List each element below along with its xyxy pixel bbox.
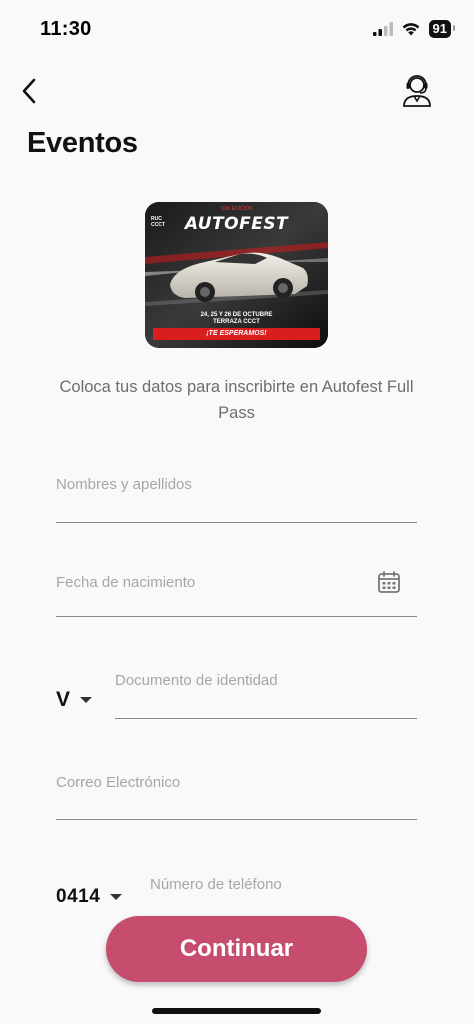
home-indicator xyxy=(152,1008,321,1014)
birthdate-placeholder: Fecha de nacimiento xyxy=(56,574,196,591)
wifi-icon xyxy=(402,23,419,36)
page-title: Eventos xyxy=(27,127,138,159)
email-placeholder: Correo Electrónico xyxy=(56,774,181,791)
phone-number-field[interactable]: Número de teléfono xyxy=(150,870,417,910)
signal-icon xyxy=(372,22,393,36)
full-name-field[interactable]: Nombres y apellidos xyxy=(56,470,417,523)
support-agent-button[interactable] xyxy=(399,72,435,108)
battery-indicator: 91 xyxy=(428,20,456,38)
banner-cta: ¡TE ESPERAMOS! xyxy=(153,328,320,340)
birthdate-field[interactable]: Fecha de nacimiento xyxy=(56,568,417,617)
back-button[interactable] xyxy=(14,76,44,106)
document-id-field[interactable]: Documento de identidad xyxy=(115,666,417,719)
banner-dates: 24, 25 Y 26 DE OCTUBRE TERRAZA CCCT xyxy=(200,312,273,325)
continue-button[interactable]: Continuar xyxy=(106,916,367,982)
document-id-placeholder: Documento de identidad xyxy=(115,672,278,689)
status-icons: 91 xyxy=(372,20,456,38)
support-agent-icon xyxy=(403,75,431,107)
intro-text: Coloca tus datos para inscribirte en Aut… xyxy=(59,378,414,422)
status-bar: 11:30 91 xyxy=(0,0,473,60)
calendar-icon[interactable] xyxy=(377,570,401,594)
event-banner-image: 10th EDICIÓN RUC CCCT AUTOFEST 24, 25 Y … xyxy=(145,202,328,348)
full-name-placeholder: Nombres y apellidos xyxy=(56,476,192,493)
document-type-select[interactable]: V xyxy=(56,688,93,712)
banner-edition: 10th EDICIÓN xyxy=(220,206,253,212)
banner-title: AUTOFEST xyxy=(184,214,289,234)
chevron-left-icon xyxy=(22,78,36,104)
phone-code-select[interactable]: 0414 xyxy=(56,886,123,908)
status-time: 11:30 xyxy=(40,18,92,40)
chevron-down-icon xyxy=(80,697,93,703)
navigation-bar xyxy=(0,70,473,120)
phone-number-placeholder: Número de teléfono xyxy=(150,876,282,893)
phone-code-value: 0414 xyxy=(56,886,101,907)
chevron-down-icon xyxy=(110,894,123,900)
email-field[interactable]: Correo Electrónico xyxy=(56,768,417,820)
document-type-value: V xyxy=(56,688,71,711)
